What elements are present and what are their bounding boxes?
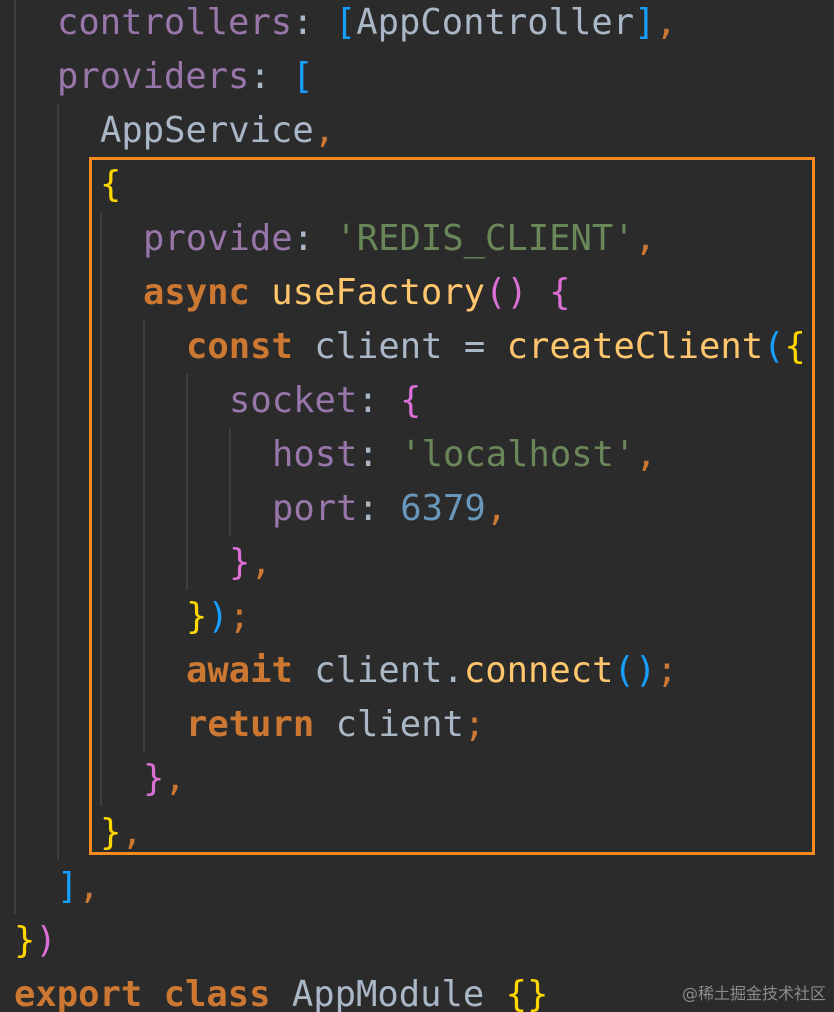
- code-token: :: [357, 488, 401, 529]
- indent-guide: [57, 104, 59, 860]
- code-token: async: [143, 272, 272, 313]
- code-token: port: [272, 488, 358, 529]
- code-token: await: [186, 650, 315, 691]
- code-token: createClient: [506, 326, 764, 367]
- code-token: {}: [505, 974, 549, 1012]
- code-token: AppController: [356, 2, 635, 43]
- code-token: class: [163, 974, 292, 1012]
- code-token: ): [35, 920, 57, 961]
- code-token: ,: [485, 488, 508, 529]
- code-token: }: [14, 920, 36, 961]
- code-token: ,: [121, 812, 143, 853]
- indent-guide: [229, 428, 231, 536]
- code-token: ,: [313, 110, 336, 151]
- code-token: controllers: [57, 2, 293, 43]
- code-token: ,: [635, 434, 657, 475]
- code-line[interactable]: },: [229, 536, 272, 590]
- code-token: :: [249, 56, 293, 97]
- code-token: connect: [463, 650, 614, 691]
- code-token: {: [784, 326, 806, 367]
- code-token: {: [100, 164, 122, 205]
- code-token: ]: [57, 866, 79, 907]
- code-token: (): [484, 272, 550, 313]
- code-token: ,: [634, 218, 656, 259]
- code-line[interactable]: await client.connect();: [186, 644, 678, 698]
- code-token: ;: [463, 704, 486, 745]
- code-line[interactable]: {: [100, 158, 121, 212]
- code-line[interactable]: port: 6379,: [272, 482, 507, 536]
- code-line[interactable]: provide: 'REDIS_CLIENT',: [143, 212, 656, 266]
- code-line[interactable]: host: 'localhost',: [272, 428, 657, 482]
- code-line[interactable]: socket: {: [229, 374, 421, 428]
- code-token: ]: [634, 2, 656, 43]
- code-token: AppService: [100, 110, 314, 151]
- code-line[interactable]: },: [100, 806, 143, 860]
- code-line[interactable]: }): [14, 914, 57, 968]
- indent-guide: [14, 0, 16, 914]
- code-token: 'REDIS_CLIENT': [335, 218, 635, 259]
- code-line[interactable]: AppService,: [100, 104, 335, 158]
- code-line[interactable]: },: [143, 752, 186, 806]
- code-token: 'localhost': [400, 434, 636, 475]
- code-token: [: [334, 2, 357, 43]
- code-token: :: [292, 2, 335, 43]
- code-token: .: [442, 650, 464, 691]
- watermark: @稀土掘金技术社区: [681, 984, 826, 1003]
- code-token: }: [143, 758, 165, 799]
- code-token: ,: [78, 866, 100, 907]
- code-token: client: [314, 650, 443, 691]
- code-token: providers: [57, 56, 250, 97]
- code-token: }: [229, 542, 251, 583]
- code-line[interactable]: });: [186, 590, 250, 644]
- code-token: {: [549, 272, 571, 313]
- code-token: useFactory: [271, 272, 485, 313]
- code-token: provide: [143, 218, 293, 259]
- code-line[interactable]: const client = createClient({: [186, 320, 806, 374]
- code-token: client: [314, 326, 464, 367]
- code-editor[interactable]: controllers: [AppController], providers: …: [0, 0, 834, 1012]
- code-token: =: [463, 326, 507, 367]
- code-token: ,: [164, 758, 186, 799]
- code-token: export: [14, 974, 164, 1012]
- code-token: }: [100, 812, 122, 853]
- code-token: :: [292, 218, 336, 259]
- code-line[interactable]: providers: [: [57, 50, 313, 104]
- code-token: return: [186, 704, 336, 745]
- code-token: ,: [655, 2, 677, 43]
- indent-guide: [100, 212, 102, 806]
- code-token: ;: [656, 650, 678, 691]
- code-line[interactable]: controllers: [AppController],: [57, 0, 677, 50]
- indent-guide: [143, 320, 145, 752]
- code-line[interactable]: return client;: [186, 698, 485, 752]
- code-line[interactable]: ],: [57, 860, 100, 914]
- code-token: }: [186, 596, 208, 637]
- code-token: 6379: [400, 488, 486, 529]
- code-token: host: [272, 434, 358, 475]
- code-line[interactable]: export class AppModule {}: [14, 968, 548, 1012]
- indent-guide: [186, 374, 188, 590]
- code-token: socket: [229, 380, 358, 421]
- code-token: [: [292, 56, 314, 97]
- code-line[interactable]: async useFactory() {: [143, 266, 570, 320]
- code-token: ): [207, 596, 229, 637]
- code-token: (): [613, 650, 657, 691]
- code-token: ,: [250, 542, 272, 583]
- code-token: (: [763, 326, 785, 367]
- code-token: {: [400, 380, 422, 421]
- code-token: :: [357, 434, 401, 475]
- code-token: client: [335, 704, 464, 745]
- code-token: const: [186, 326, 315, 367]
- code-token: AppModule: [291, 974, 506, 1012]
- code-token: ;: [228, 596, 251, 637]
- code-token: :: [357, 380, 400, 421]
